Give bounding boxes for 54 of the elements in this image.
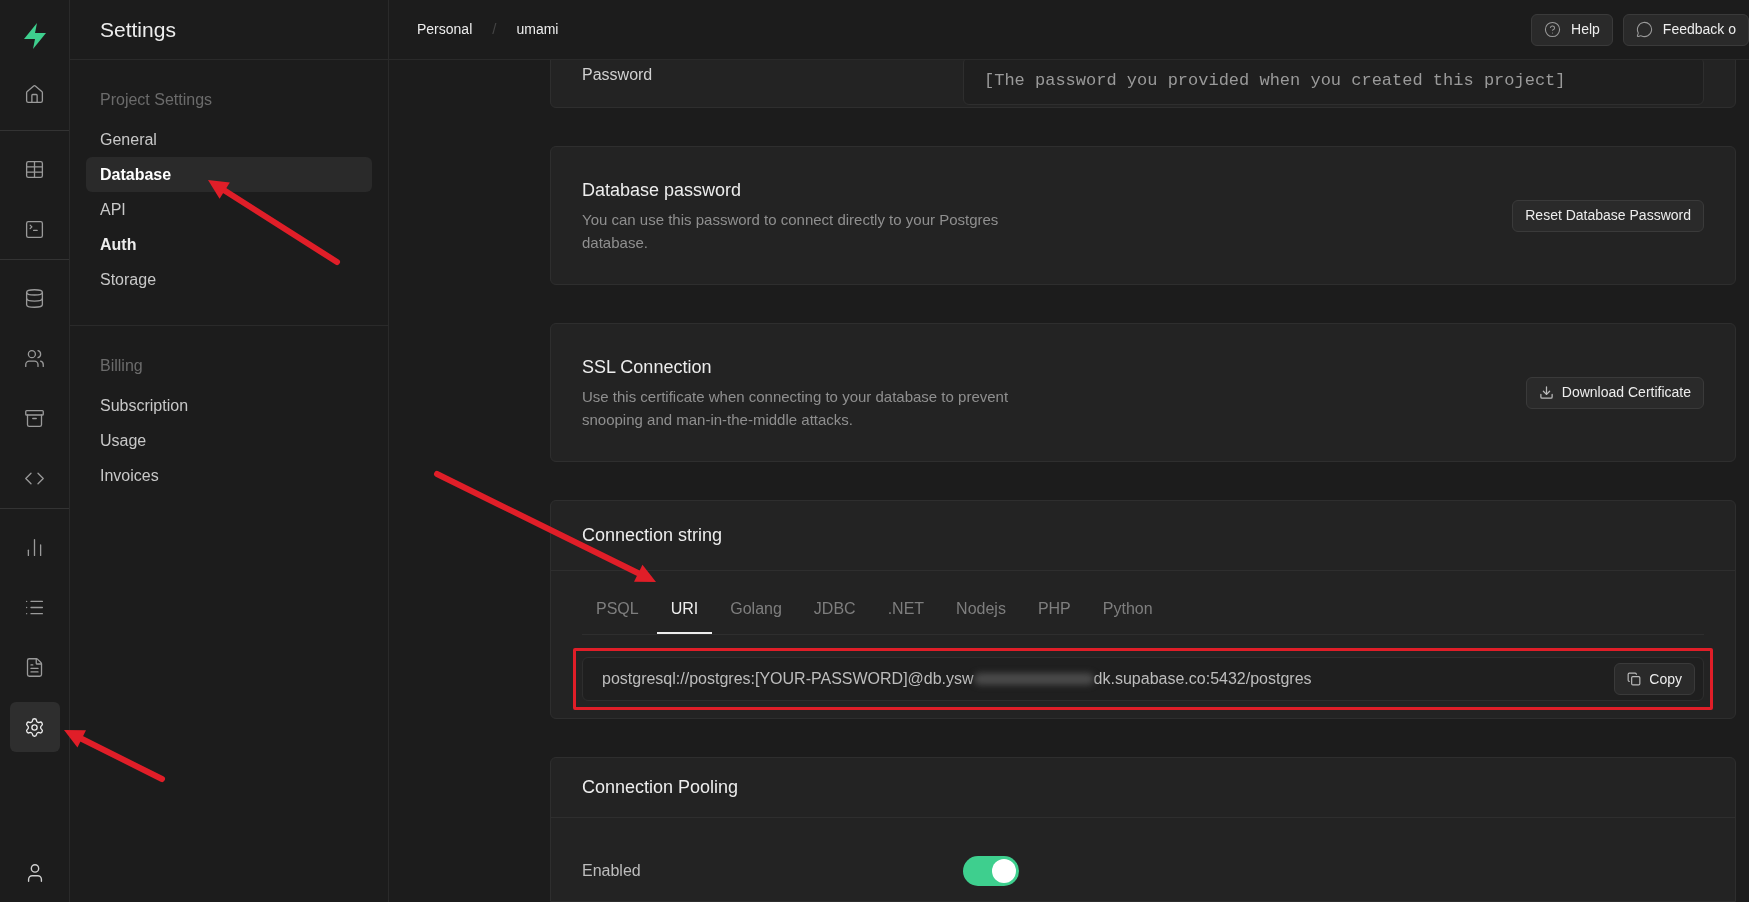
sidebar-item[interactable]: API <box>86 192 372 227</box>
language-tab[interactable]: .NET <box>873 591 939 635</box>
breadcrumb-link[interactable]: umami <box>516 19 559 40</box>
lightning-logo-icon[interactable] <box>21 22 48 50</box>
language-tab[interactable]: Python <box>1088 591 1167 635</box>
topbar-button[interactable]: Help <box>1531 13 1613 46</box>
language-tab[interactable]: Nodejs <box>942 591 1020 635</box>
card-title: Connection string <box>582 524 723 548</box>
help-icon <box>1544 21 1562 38</box>
terminal-icon <box>24 218 45 240</box>
language-tab[interactable]: JDBC <box>799 591 870 635</box>
sidebar-item[interactable]: Subscription <box>86 388 372 423</box>
toggle-switch[interactable] <box>963 856 1019 887</box>
sidebar-item[interactable]: Storage <box>86 262 372 297</box>
document-icon <box>24 656 45 678</box>
table-icon <box>24 158 45 180</box>
database-icon <box>24 287 45 309</box>
copy-button[interactable]: Copy <box>1614 663 1695 696</box>
language-tab[interactable]: Golang <box>716 591 796 635</box>
home-icon <box>24 83 45 105</box>
sidebar-item[interactable]: Usage <box>86 423 372 458</box>
card-action-button[interactable]: Download Certificate <box>1525 376 1704 409</box>
connection-string-field[interactable]: postgresql://postgres:[YOUR-PASSWORD]@db.ysw dk.supabase.co:5432/postgres Copy <box>582 657 1704 702</box>
language-tab[interactable]: PSQL <box>582 591 653 635</box>
download-icon <box>1538 385 1554 401</box>
toggle-label: Enabled <box>582 861 642 882</box>
card-description: Use this certificate when connecting to your database to prevent snooping and man-in-the-middle attacks. <box>582 387 1010 431</box>
sidebar-title: Settings <box>100 16 176 43</box>
topbar-button[interactable]: Feedback o <box>1622 13 1749 46</box>
field-label: Password <box>582 65 654 85</box>
sidebar-item[interactable]: General <box>86 122 372 157</box>
card-title: Database password <box>582 179 743 203</box>
breadcrumb-separator: / <box>492 19 497 40</box>
sidebar-item[interactable]: Auth <box>86 227 372 262</box>
card-description: You can use this password to connect directly to your Postgres database. <box>582 210 1000 254</box>
breadcrumb-link[interactable]: Personal <box>417 19 473 40</box>
sidebar-item[interactable]: Invoices <box>86 458 372 493</box>
section-heading: Billing <box>99 356 144 376</box>
chat-bubble-icon <box>1635 21 1653 38</box>
section-heading: Project Settings <box>99 90 214 110</box>
users-icon <box>24 347 45 369</box>
card-title: Connection Pooling <box>582 776 739 800</box>
settings-icon <box>24 716 45 738</box>
language-tab[interactable]: URI <box>656 591 713 635</box>
language-tab[interactable]: PHP <box>1023 591 1085 635</box>
copy-icon <box>1627 672 1642 687</box>
password-field[interactable]: [The password you provided when you created this project] <box>963 60 1704 105</box>
nav-rail-button[interactable] <box>9 702 60 752</box>
sidebar-item[interactable]: Database <box>86 157 372 192</box>
connection-string-text: dk.supabase.co:5432/postgres <box>1093 669 1312 690</box>
archive-icon <box>24 407 45 429</box>
connection-string-text: postgresql://postgres:[YOUR-PASSWORD]@db.ysw <box>602 669 974 690</box>
card-action-button[interactable]: Reset Database Password <box>1512 199 1704 232</box>
card-title: SSL Connection <box>582 356 713 380</box>
